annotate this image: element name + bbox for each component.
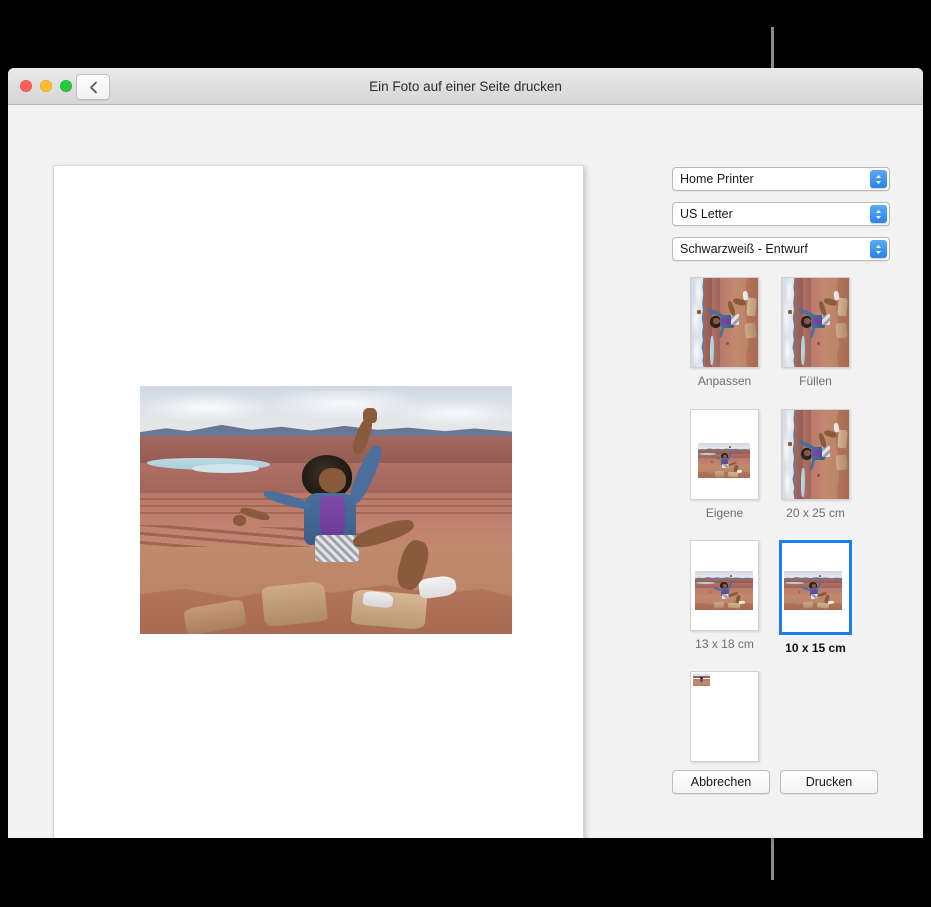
layout-option-20x25[interactable]: 20 x 25 cm bbox=[768, 409, 863, 520]
print-button[interactable]: Drucken bbox=[780, 770, 878, 794]
layout-option-10x15[interactable]: 10 x 15 cm bbox=[768, 540, 863, 655]
layout-option-kontaktbogen[interactable]: Kontaktbogen bbox=[677, 671, 772, 782]
layout-option-label: Eigene bbox=[677, 506, 772, 520]
print-quality-popup-value: Schwarzweiß - Entwurf bbox=[673, 242, 808, 256]
printer-popup[interactable]: Home Printer bbox=[672, 167, 890, 191]
layout-thumbnail bbox=[781, 409, 850, 500]
layout-option-label: 20 x 25 cm bbox=[768, 506, 863, 520]
layout-option-13x18[interactable]: 13 x 18 cm bbox=[677, 540, 772, 651]
preview-photo bbox=[140, 386, 512, 634]
layout-thumbnail-photo bbox=[693, 674, 710, 686]
dialog-body: Home Printer US Letter Schwarzweiß - Ent… bbox=[8, 105, 923, 838]
layout-option-eigene[interactable]: Eigene bbox=[677, 409, 772, 520]
layout-option-label: Anpassen bbox=[677, 374, 772, 388]
screenshot-root: Ein Foto auf einer Seite drucken bbox=[0, 0, 931, 907]
stepper-up-down-icon[interactable] bbox=[870, 240, 887, 258]
layout-option-anpassen[interactable]: Anpassen bbox=[677, 277, 772, 388]
paper-size-popup-value: US Letter bbox=[673, 207, 733, 221]
layout-option-label: Füllen bbox=[768, 374, 863, 388]
layout-option-label: 10 x 15 cm bbox=[768, 641, 863, 655]
paper-size-popup[interactable]: US Letter bbox=[672, 202, 890, 226]
stepper-up-down-icon[interactable] bbox=[870, 205, 887, 223]
window-titlebar: Ein Foto auf einer Seite drucken bbox=[8, 68, 923, 105]
stepper-up-down-icon[interactable] bbox=[870, 170, 887, 188]
print-quality-popup[interactable]: Schwarzweiß - Entwurf bbox=[672, 237, 890, 261]
print-dialog-window: Ein Foto auf einer Seite drucken bbox=[8, 68, 923, 838]
layout-thumbnail-photo bbox=[784, 571, 842, 610]
layout-thumbnail bbox=[690, 671, 759, 762]
layout-option-fuellen[interactable]: Füllen bbox=[768, 277, 863, 388]
layout-thumbnail bbox=[690, 277, 759, 368]
layout-thumbnail bbox=[690, 540, 759, 631]
printer-popup-value: Home Printer bbox=[673, 172, 754, 186]
layout-option-label: 13 x 18 cm bbox=[677, 637, 772, 651]
layout-thumbnail bbox=[781, 277, 850, 368]
layout-thumbnail-selected bbox=[779, 540, 852, 635]
layout-thumbnail-photo bbox=[698, 443, 750, 478]
preview-area bbox=[8, 105, 663, 838]
layout-thumbnail bbox=[690, 409, 759, 500]
cancel-button[interactable]: Abbrechen bbox=[672, 770, 770, 794]
page-preview[interactable] bbox=[53, 165, 584, 838]
window-title: Ein Foto auf einer Seite drucken bbox=[8, 68, 923, 104]
layout-thumbnail-photo bbox=[695, 571, 753, 610]
options-panel: Home Printer US Letter Schwarzweiß - Ent… bbox=[663, 105, 923, 838]
